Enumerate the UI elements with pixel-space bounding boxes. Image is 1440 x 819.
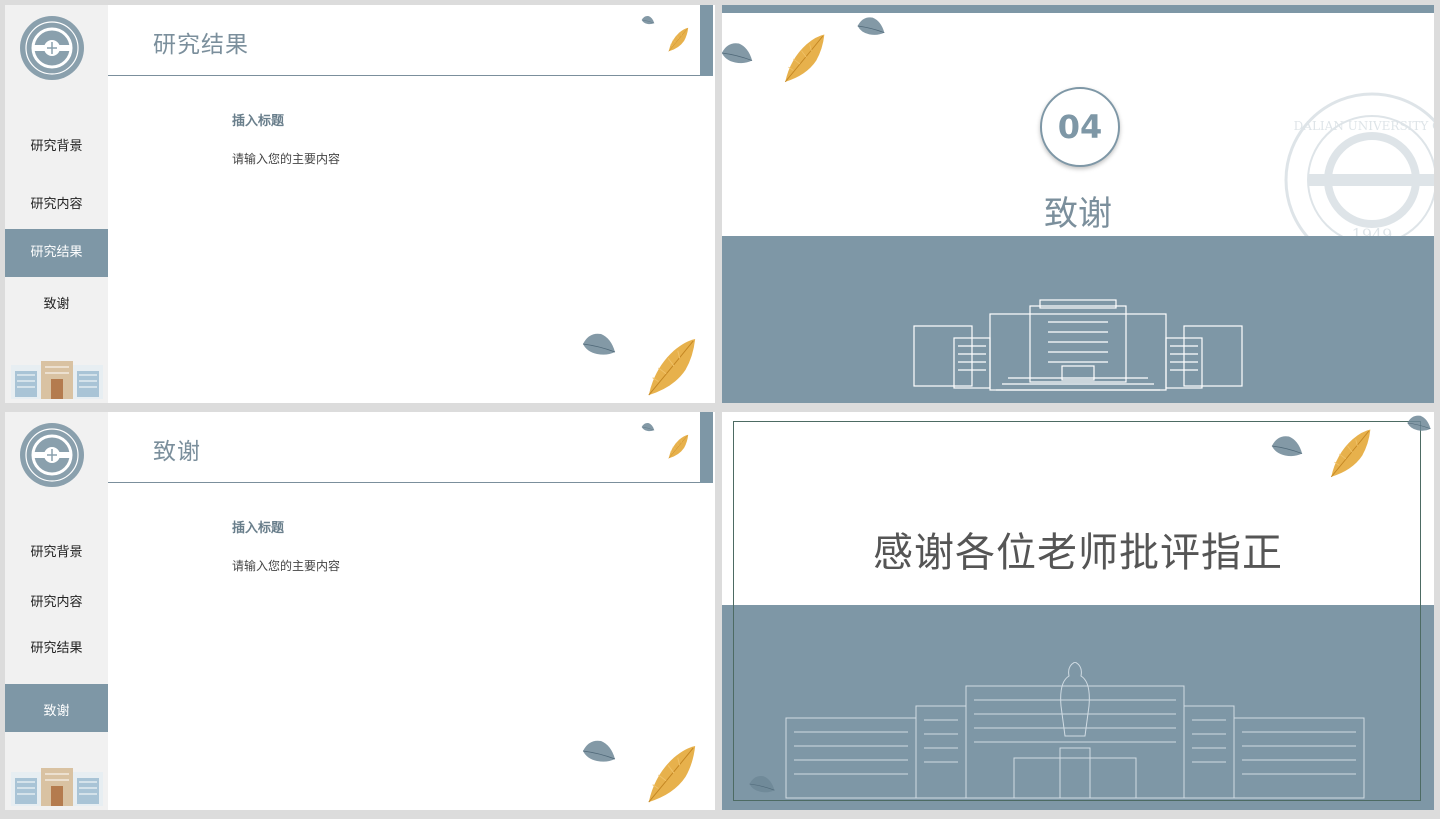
subtitle: 插入标题 bbox=[232, 521, 285, 536]
leaf-blue-icon bbox=[582, 333, 616, 356]
header-accent-bar bbox=[700, 412, 713, 483]
leaf-orange-icon bbox=[1330, 429, 1371, 478]
top-strip bbox=[722, 5, 1434, 13]
closing-title: 感谢各位老师批评指正 bbox=[873, 530, 1283, 576]
sidebar: 研究背景 研究内容 研究结果 致谢 bbox=[5, 5, 108, 403]
page-title: 致谢 bbox=[153, 439, 201, 465]
nav-item-background[interactable]: 研究背景 bbox=[5, 543, 108, 563]
leaf-orange-icon bbox=[668, 27, 689, 52]
leaf-blue-icon bbox=[857, 17, 885, 36]
section-number-badge: 04 bbox=[1040, 87, 1120, 167]
body-text: 请输入您的主要内容 bbox=[232, 152, 341, 166]
section-number: 04 bbox=[1057, 108, 1103, 146]
nav-item-background[interactable]: 研究背景 bbox=[5, 137, 108, 157]
slide-section-thanks[interactable]: 1949 DALIAN UNIVERSITY OF 04 致谢 bbox=[722, 5, 1434, 403]
slide-research-results[interactable]: 研究背景 研究内容 研究结果 致谢 研究结果 插入标题 请输入您的主要内容 bbox=[5, 5, 715, 403]
slide-closing[interactable]: 感谢各位老师批评指正 bbox=[722, 412, 1434, 810]
campus-building-outline-icon bbox=[785, 662, 1365, 799]
nav-item-results[interactable]: 研究结果 bbox=[5, 639, 108, 659]
nav-item-thanks[interactable]: 致谢 bbox=[5, 295, 108, 315]
body-text: 请输入您的主要内容 bbox=[232, 559, 341, 573]
university-logo-icon bbox=[19, 422, 85, 488]
header-divider bbox=[108, 482, 700, 483]
nav-item-results[interactable]: 研究结果 bbox=[5, 229, 108, 277]
nav-item-content[interactable]: 研究内容 bbox=[5, 195, 108, 215]
leaf-blue-icon bbox=[1271, 435, 1303, 457]
building-outline-icon bbox=[913, 299, 1243, 391]
nav-item-thanks[interactable]: 致谢 bbox=[5, 684, 108, 732]
leaf-blue-icon bbox=[722, 42, 753, 64]
leaf-blue-icon bbox=[641, 422, 655, 432]
building-thumbnail-icon bbox=[11, 360, 103, 399]
university-logo-icon bbox=[19, 15, 85, 81]
header-accent-bar bbox=[700, 5, 713, 76]
leaf-blue-icon bbox=[1407, 415, 1431, 431]
page-title: 研究结果 bbox=[153, 32, 249, 58]
leaf-orange-icon bbox=[648, 746, 696, 803]
subtitle: 插入标题 bbox=[232, 114, 285, 129]
leaf-blue-icon bbox=[641, 15, 655, 25]
section-title: 致谢 bbox=[1044, 194, 1112, 234]
seal-text: DALIAN UNIVERSITY OF bbox=[1294, 119, 1434, 133]
building-thumbnail-icon bbox=[11, 767, 103, 806]
leaf-blue-icon bbox=[749, 775, 775, 793]
sidebar: 研究背景 研究内容 研究结果 致谢 bbox=[5, 412, 108, 810]
header-divider bbox=[108, 75, 700, 76]
leaf-orange-icon bbox=[784, 34, 825, 83]
leaf-orange-icon bbox=[648, 339, 696, 396]
slide-thanks-content[interactable]: 研究背景 研究内容 研究结果 致谢 致谢 插入标题 请输入您的主要内容 bbox=[5, 412, 715, 810]
nav-item-content[interactable]: 研究内容 bbox=[5, 593, 108, 613]
leaf-orange-icon bbox=[668, 434, 689, 459]
leaf-blue-icon bbox=[582, 740, 616, 763]
